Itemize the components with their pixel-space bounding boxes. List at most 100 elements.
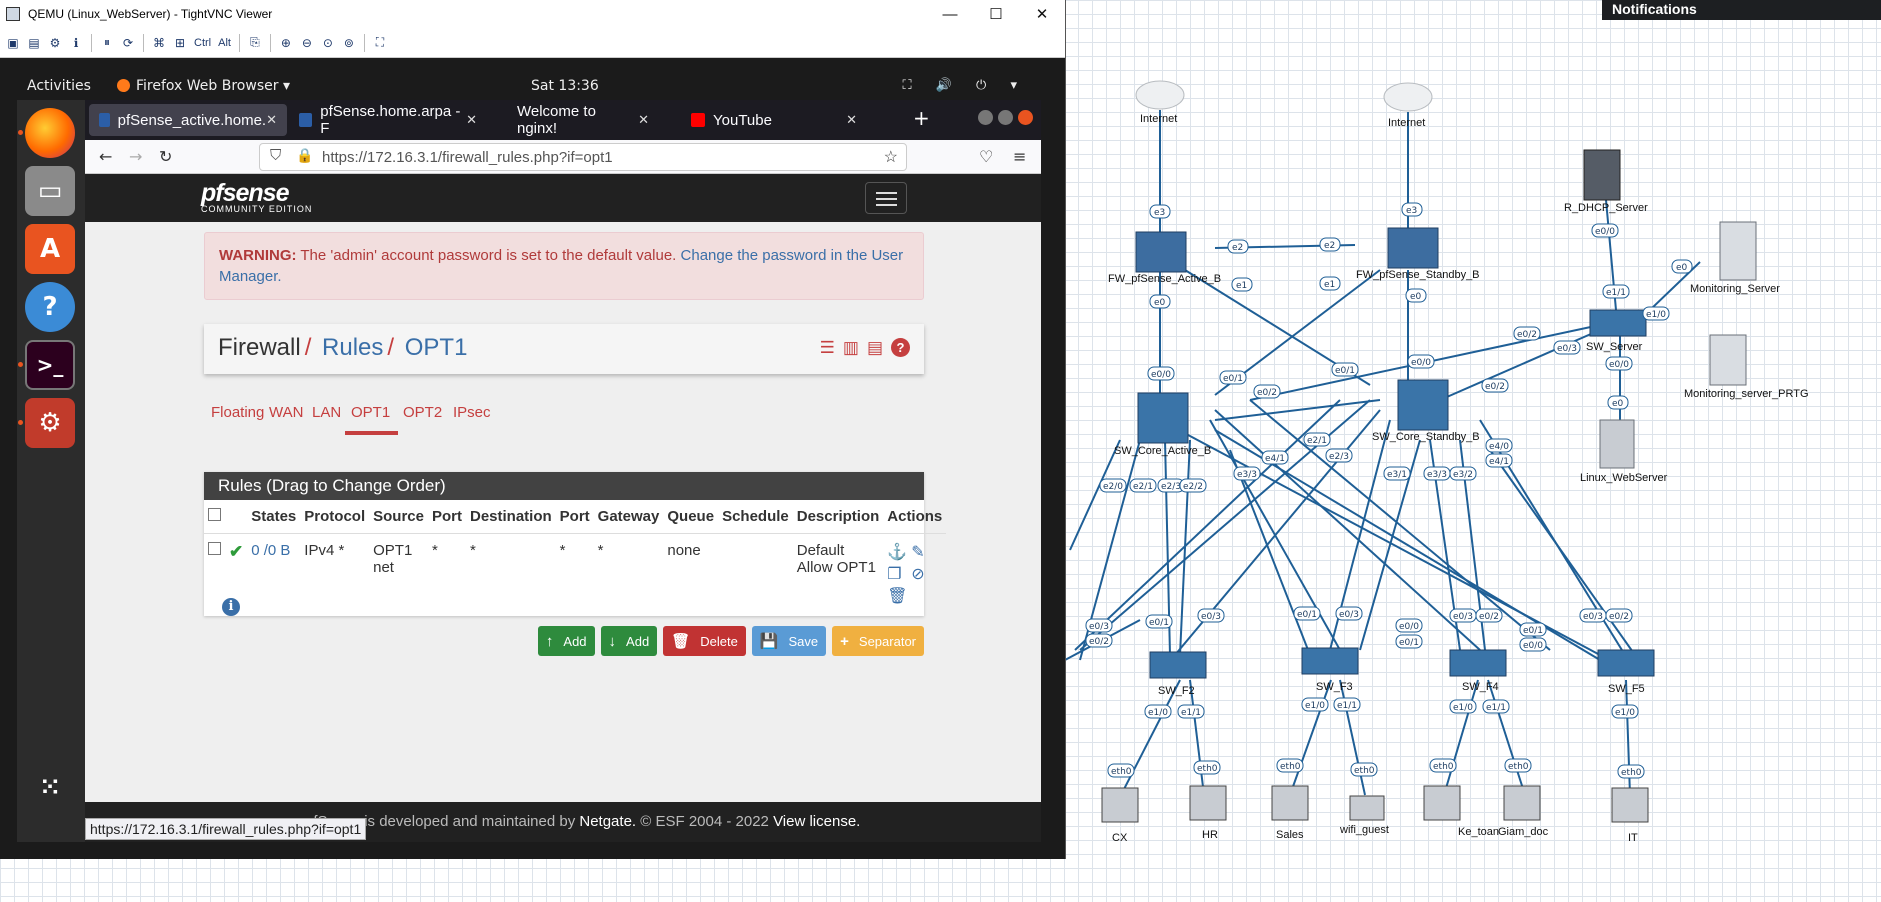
table-row[interactable]: ✔ 0 /0 B IPv4 * OPT1 net * * * * none De… — [204, 534, 946, 617]
iface-label: eth0 — [1280, 762, 1301, 772]
warning-label: WARNING: — [219, 247, 297, 264]
pfsense-page: pfsense COMMUNITY EDITION WARNING: The '… — [85, 174, 1041, 842]
burger-line — [876, 204, 897, 206]
pause-icon[interactable]: ⏸ — [98, 34, 116, 52]
breadcrumb-opt1[interactable]: OPT1 — [405, 334, 468, 361]
ctrl-key-button[interactable]: Ctrl — [192, 34, 213, 52]
shield-icon[interactable]: ⛉ — [270, 147, 281, 164]
pocket-icon[interactable]: ♡ — [979, 147, 993, 166]
tab-floating[interactable]: Floating — [211, 404, 264, 421]
alt-key-button[interactable]: Alt — [216, 34, 233, 52]
zoom-out-icon[interactable]: ⊖ — [298, 34, 316, 52]
settings-icon[interactable]: ⚙ — [25, 398, 75, 448]
close-tab-icon[interactable]: ✕ — [466, 112, 477, 128]
tab-label: pfSense_active.home. — [117, 111, 267, 129]
minimize-icon[interactable]: — — [927, 6, 973, 23]
minimize-icon[interactable] — [978, 110, 993, 125]
system-tray[interactable]: ⛶ 🔊 ⏻ ▾ — [903, 78, 1028, 93]
save-button[interactable]: 💾 Save — [751, 626, 827, 656]
hamburger-menu-icon[interactable]: ≡ — [1013, 147, 1026, 166]
url-bar[interactable]: ⛉ 🔒 https://172.16.3.1/firewall_rules.ph… — [259, 143, 907, 171]
win-key-icon[interactable]: ⊞ — [171, 34, 189, 52]
clipboard-icon[interactable]: ⎘ — [246, 34, 264, 52]
sliders-icon[interactable]: ☰ — [820, 338, 835, 358]
edit-pencil-icon[interactable]: ✎ — [911, 542, 933, 562]
fullscreen-icon[interactable]: ⛶ — [371, 34, 389, 52]
app-menu[interactable]: Firefox Web Browser ▾ — [117, 78, 290, 94]
tab-opt2[interactable]: OPT2 — [403, 404, 442, 421]
close-icon[interactable]: ✕ — [1019, 5, 1065, 23]
ctrl-alt-del-icon[interactable]: ⌘ — [150, 34, 168, 52]
software-icon[interactable]: A — [25, 224, 75, 274]
save-icon[interactable]: ▤ — [25, 34, 43, 52]
tab-nginx[interactable]: Welcome to nginx! ✕ — [489, 103, 659, 137]
iface-label: e3/2 — [1453, 470, 1473, 480]
add-rule-top-button[interactable]: ↑ Add — [537, 626, 595, 656]
tab-pfsense-active[interactable]: pfSense_active.home. ✕ — [89, 104, 287, 136]
new-connection-icon[interactable]: ▣ — [4, 34, 22, 52]
lock-icon[interactable]: 🔒 — [296, 147, 313, 164]
iface-label: e1/1 — [1486, 703, 1506, 713]
tab-lan[interactable]: LAN — [312, 404, 341, 421]
tab-ipsec[interactable]: IPsec — [453, 404, 491, 421]
column-header: Gateway — [593, 500, 664, 534]
iface-label: e0/0 — [1151, 370, 1171, 380]
list-icon[interactable]: ▤ — [867, 338, 883, 358]
zoom-in-icon[interactable]: ⊕ — [277, 34, 295, 52]
info-icon[interactable]: ℹ — [67, 34, 85, 52]
tab-opt1[interactable]: OPT1 — [344, 404, 399, 435]
forward-icon[interactable]: → — [129, 147, 142, 166]
delete-button[interactable]: 🗑 Delete — [663, 626, 746, 656]
node-label-internet1: Internet — [1140, 113, 1177, 125]
disable-icon[interactable]: ⊘ — [911, 564, 933, 584]
maximize-icon[interactable] — [998, 110, 1013, 125]
delete-trash-icon[interactable]: 🗑 — [887, 586, 909, 606]
show-apps-icon[interactable]: ⁙ — [25, 762, 75, 812]
options-icon[interactable]: ⚙ — [46, 34, 64, 52]
tab-pfsense-standby[interactable]: pfSense.home.arpa - F ✕ — [289, 103, 487, 137]
password-warning-alert: WARNING: The 'admin' account password is… — [204, 232, 924, 300]
guest-desktop[interactable]: Activities Firefox Web Browser ▾ Sat 13:… — [17, 74, 1041, 842]
button-label: Add — [563, 633, 587, 649]
states-link[interactable]: 0 /0 B — [251, 542, 290, 559]
node-label-fw-standby: FW_pfSense_Standby_B — [1356, 269, 1480, 281]
pfsense-logo[interactable]: pfsense COMMUNITY EDITION — [201, 179, 312, 214]
separator-button[interactable]: + Separator — [832, 626, 924, 656]
netgate-link[interactable]: Netgate. — [579, 813, 636, 830]
notifications-panel[interactable]: Notifications — [1602, 0, 1881, 20]
breadcrumb-rules[interactable]: Rules — [322, 334, 383, 361]
close-tab-icon[interactable]: ✕ — [846, 112, 857, 128]
iface-label: e0/3 — [1339, 610, 1359, 620]
bookmark-star-icon[interactable]: ☆ — [884, 147, 898, 167]
license-link[interactable]: View license. — [773, 813, 860, 830]
tab-wan[interactable]: WAN — [269, 404, 303, 421]
vnc-titlebar[interactable]: QEMU (Linux_WebServer) - TightVNC Viewer… — [0, 0, 1065, 28]
bar-chart-icon[interactable]: ▥ — [843, 338, 859, 358]
close-window-icon[interactable] — [1018, 110, 1033, 125]
maximize-icon[interactable]: ☐ — [973, 5, 1019, 23]
close-tab-icon[interactable]: ✕ — [638, 112, 649, 128]
firefox-icon[interactable] — [25, 108, 75, 158]
nav-toggle-button[interactable] — [865, 182, 907, 214]
refresh-icon[interactable]: ⟳ — [119, 34, 137, 52]
reload-icon[interactable]: ↻ — [159, 147, 172, 166]
activities-button[interactable]: Activities — [27, 78, 91, 94]
close-tab-icon[interactable]: ✕ — [266, 112, 277, 128]
zoom-fit-icon[interactable]: ⊚ — [340, 34, 358, 52]
files-icon[interactable]: ▭ — [25, 166, 75, 216]
back-icon[interactable]: ← — [99, 147, 112, 166]
add-rule-bottom-button[interactable]: ↓ Add — [600, 626, 658, 656]
zoom-100-icon[interactable]: ⊙ — [319, 34, 337, 52]
clock[interactable]: Sat 13:36 — [531, 78, 599, 94]
row-checkbox[interactable] — [208, 542, 221, 555]
anchor-icon[interactable]: ⚓ — [887, 542, 909, 562]
tab-youtube[interactable]: YouTube ✕ — [681, 104, 867, 136]
terminal-icon[interactable]: >_ — [25, 340, 75, 390]
info-icon[interactable]: i — [222, 598, 240, 616]
help-icon[interactable]: ? — [25, 282, 75, 332]
navigation-bar: ← → ↻ ⛉ 🔒 https://172.16.3.1/firewall_ru… — [85, 140, 1041, 174]
new-tab-icon[interactable]: + — [913, 106, 930, 130]
help-icon[interactable]: ? — [891, 338, 910, 357]
select-all-checkbox[interactable] — [208, 508, 221, 521]
copy-icon[interactable]: ❐ — [887, 564, 909, 584]
